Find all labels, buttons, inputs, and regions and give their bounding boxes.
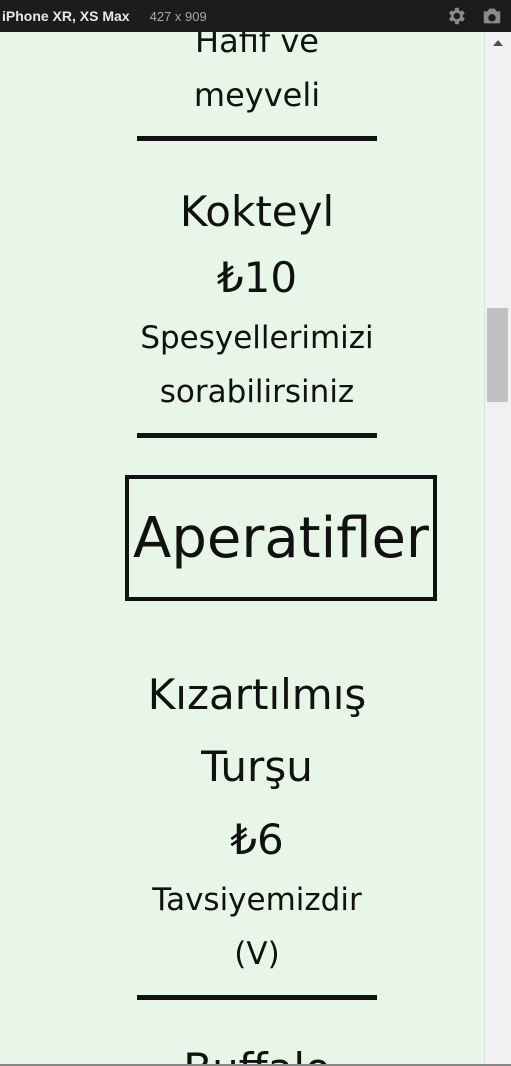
item-price: ₺6 — [230, 815, 284, 864]
camera-icon[interactable] — [481, 5, 503, 27]
item-price: ₺10 — [216, 253, 298, 302]
menu-item: Kokteyl ₺10 Spesyellerimizi sorabilirsin… — [137, 183, 377, 438]
menu-list: Hafif ve meyveli Kokteyl ₺10 Spesyelleri… — [0, 32, 484, 1064]
item-divider — [137, 433, 377, 438]
section-title: Aperatifler — [125, 475, 437, 601]
device-name[interactable]: iPhone XR, XS Max — [2, 8, 130, 24]
item-name: Kızartılmış Turşu — [147, 670, 367, 791]
menu-item: Buffalo — [137, 1040, 377, 1064]
item-description: Hafif ve meyveli — [193, 32, 321, 114]
item-divider — [137, 136, 377, 141]
menu-item: Kızartılmış Turşu ₺6 Tavsiyemizdir (V) — [137, 659, 377, 1000]
item-name: Buffalo — [137, 1040, 377, 1064]
gear-icon[interactable] — [445, 5, 467, 27]
page-viewport[interactable]: Hafif ve meyveli Kokteyl ₺10 Spesyelleri… — [0, 32, 484, 1064]
item-name: Kokteyl — [179, 187, 335, 236]
item-divider — [137, 995, 377, 1000]
item-description: Tavsiyemizdir (V) — [152, 882, 362, 972]
viewport-dimensions: 427 x 909 — [149, 8, 207, 24]
device-toolbar: iPhone XR, XS Max 427 x 909 — [0, 0, 511, 32]
scrollbar-thumb[interactable] — [487, 308, 508, 402]
vertical-scrollbar[interactable] — [484, 32, 511, 1064]
scroll-up-arrow-icon[interactable] — [493, 40, 503, 46]
item-description: Spesyellerimizi sorabilirsiniz — [140, 320, 374, 410]
menu-item: Hafif ve meyveli — [137, 32, 377, 141]
